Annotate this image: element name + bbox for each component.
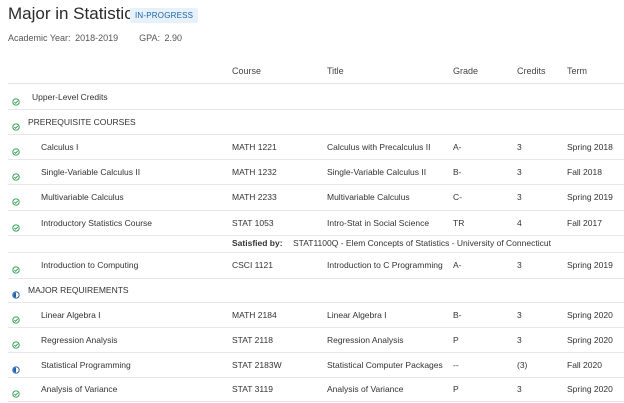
course-credits: 3 [517, 310, 522, 320]
check-circle-icon [12, 336, 20, 349]
course-grade: B- [453, 167, 462, 177]
check-circle-icon [12, 385, 20, 398]
course-title: Statistical Computer Packages [327, 360, 443, 370]
course-term: Spring 2019 [567, 260, 613, 270]
course-grade: P [453, 384, 459, 394]
course-term: Spring 2020 [567, 310, 613, 320]
satisfied-by-row: Satisfied by: STAT1100Q - Elem Concepts o… [8, 235, 624, 253]
status-badge: IN-PROGRESS [130, 8, 199, 23]
check-circle-icon [12, 311, 20, 324]
requirement-name: Introduction to Computing [41, 260, 139, 270]
requirement-name: Statistical Programming [41, 360, 131, 370]
satisfied-by-value: STAT1100Q - Elem Concepts of Statistics … [293, 238, 551, 248]
requirement-name: Multivariable Calculus [41, 192, 124, 202]
course-code: MATH 2233 [232, 192, 277, 202]
course-credits: 3 [517, 142, 522, 152]
requirement-name: Analysis of Variance [41, 384, 118, 394]
course-credits: 4 [517, 218, 522, 228]
section-label: MAJOR REQUIREMENTS [28, 285, 129, 295]
course-credits: (3) [517, 360, 528, 370]
gpa-label: GPA: [139, 33, 160, 43]
course-term: Fall 2020 [567, 360, 602, 370]
course-row[interactable]: Linear Algebra I MATH 2184 Linear Algebra … [8, 302, 624, 328]
course-grade: A- [453, 260, 462, 270]
course-title: Linear Algebra I [327, 310, 387, 320]
column-header-term: Term [567, 66, 587, 76]
in-progress-icon [12, 361, 20, 374]
column-header-grade: Grade [453, 66, 479, 76]
page-title: Major in Statistics [8, 4, 142, 23]
course-code: STAT 2118 [232, 335, 273, 345]
group-label: Upper-Level Credits [32, 92, 108, 102]
group-row[interactable]: Upper-Level Credits [8, 84, 624, 110]
course-title: Calculus with Precalculus II [327, 142, 431, 152]
academic-year-label: Academic Year: [8, 33, 71, 43]
course-credits: 3 [517, 167, 522, 177]
check-circle-icon [12, 118, 20, 131]
requirement-name: Calculus I [41, 142, 79, 152]
course-grade: TR [453, 218, 465, 228]
course-row[interactable]: Introduction to Computing CSCI 1121 Introd… [8, 252, 624, 279]
check-circle-icon [12, 219, 20, 232]
course-row[interactable]: Statistical Programming STAT 2183W Statist… [8, 352, 624, 378]
course-credits: 3 [517, 384, 522, 394]
course-term: Spring 2019 [567, 192, 613, 202]
course-credits: 3 [517, 335, 522, 345]
course-credits: 3 [517, 260, 522, 270]
course-grade: C- [453, 192, 462, 202]
course-code: MATH 2184 [232, 310, 277, 320]
course-row[interactable]: Analysis of Variance STAT 3119 Analysis of… [8, 377, 624, 402]
course-grade: A- [453, 142, 462, 152]
course-row[interactable]: Multivariable Calculus MATH 2233 Multivari… [8, 184, 624, 211]
course-credits: 3 [517, 192, 522, 202]
course-term: Fall 2017 [567, 218, 602, 228]
course-code: MATH 1232 [232, 167, 277, 177]
course-code: MATH 1221 [232, 142, 277, 152]
course-code: STAT 1053 [232, 218, 274, 228]
column-header-credits: Credits [517, 66, 546, 76]
program-meta: Academic Year: 2018-2019 GPA: 2.90 [8, 33, 184, 43]
course-title: Analysis of Variance [327, 384, 404, 394]
requirement-name: Introductory Statistics Course [41, 218, 153, 228]
course-term: Fall 2018 [567, 167, 602, 177]
check-circle-icon [12, 143, 20, 156]
check-circle-icon [12, 93, 20, 106]
course-code: CSCI 1121 [232, 260, 273, 270]
course-grade: P [453, 335, 459, 345]
course-title: Regression Analysis [327, 335, 404, 345]
course-title: Introduction to C Programming [327, 260, 443, 270]
gpa-value: 2.90 [164, 33, 183, 43]
course-term: Spring 2020 [567, 384, 613, 394]
course-code: STAT 3119 [232, 384, 273, 394]
course-title: Intro-Stat in Social Science [327, 218, 430, 228]
course-title: Single-Variable Calculus II [327, 167, 427, 177]
section-row[interactable]: PREREQUISITE COURSES [8, 110, 624, 135]
course-term: Spring 2018 [567, 142, 613, 152]
section-label: PREREQUISITE COURSES [28, 117, 136, 127]
satisfied-by-label: Satisfied by: [232, 238, 283, 248]
check-circle-icon [12, 261, 20, 274]
course-row[interactable]: Introductory Statistics Course STAT 1053 I… [8, 210, 624, 236]
check-circle-icon [12, 193, 20, 206]
academic-year-value: 2018-2019 [75, 33, 119, 43]
column-header-title: Title [327, 66, 344, 76]
course-row[interactable]: Calculus I MATH 1221 Calculus with Precalc… [8, 134, 624, 160]
section-row[interactable]: MAJOR REQUIREMENTS [8, 278, 624, 303]
course-title: Multivariable Calculus [327, 192, 410, 202]
course-row[interactable]: Regression Analysis STAT 2118 Regression A… [8, 327, 624, 353]
course-grade: B- [453, 310, 462, 320]
check-circle-icon [12, 168, 20, 181]
requirement-name: Regression Analysis [41, 335, 118, 345]
course-code: STAT 2183W [232, 360, 282, 370]
course-term: Spring 2020 [567, 335, 613, 345]
in-progress-icon [12, 286, 20, 299]
column-header-course: Course [232, 66, 262, 76]
requirement-name: Single-Variable Calculus II [41, 167, 141, 177]
course-grade: -- [453, 360, 459, 370]
course-row[interactable]: Single-Variable Calculus II MATH 1232 Sing… [8, 159, 624, 185]
requirement-name: Linear Algebra I [41, 310, 101, 320]
